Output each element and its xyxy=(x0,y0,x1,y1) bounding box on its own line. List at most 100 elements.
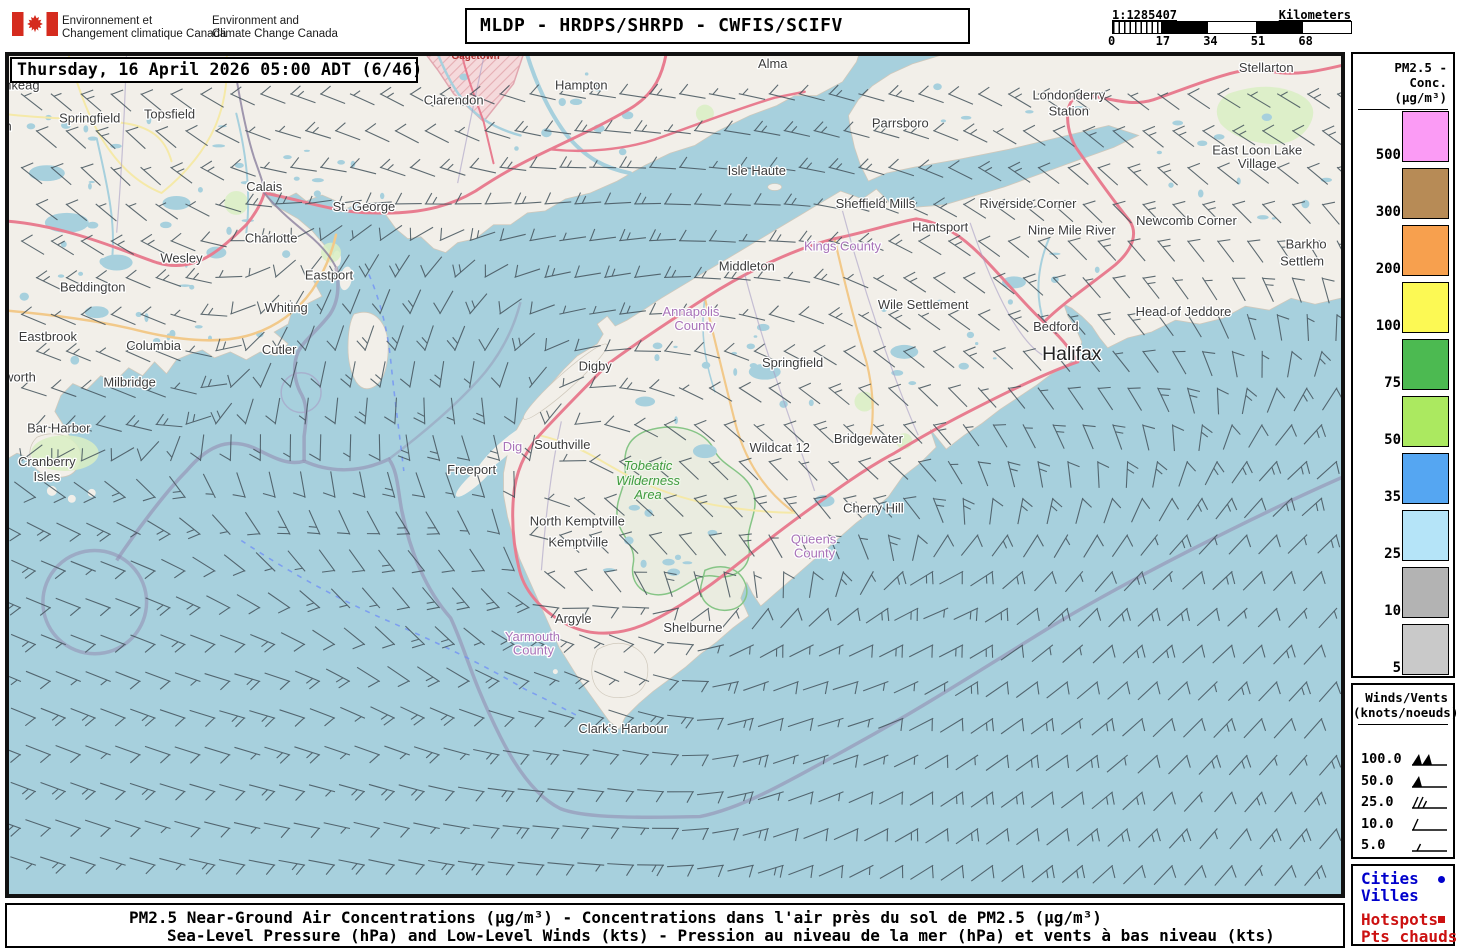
map-canvas[interactable]: attawamkeagSpringfieldTopsfieldolnCalais… xyxy=(5,52,1345,898)
pm25-color-swatch xyxy=(1402,168,1449,219)
map-place-label: Wile Settlement xyxy=(878,297,969,312)
canada-flag-icon xyxy=(12,12,58,40)
scale-tick: 51 xyxy=(1250,34,1266,48)
scale-tick-labels: 0 17 34 51 68 xyxy=(1105,34,1349,48)
map-scale-bar: 1:1285407 Kilometers 0 17 34 51 68 xyxy=(1105,8,1355,48)
map-place-label: County xyxy=(513,643,555,658)
scale-tick: 17 xyxy=(1155,34,1171,48)
map-place-label: Bedford xyxy=(1033,319,1078,334)
pm25-legend-title: PM2.5 - Conc. (µg/m³) xyxy=(1394,60,1447,105)
pm25-level-value: 500 xyxy=(1375,147,1401,163)
pm25-color-swatch xyxy=(1402,282,1449,333)
map-place-label: Digby xyxy=(579,359,613,374)
pm25-legend-level: 5 xyxy=(1353,621,1453,678)
map-place-label: Eastbrook xyxy=(19,329,78,344)
map-place-label: Cherry Hill xyxy=(843,501,903,516)
map-place-label: Columbia xyxy=(126,338,182,353)
winds-legend-title: Winds/Vents (knots/noeuds) xyxy=(1353,690,1459,720)
scale-bar-segments xyxy=(1112,21,1352,34)
caption-line-2: Sea-Level Pressure (hPa) and Low-Level W… xyxy=(167,926,1275,945)
agency-name-fr: Environnement et Changement climatique C… xyxy=(62,15,227,40)
scale-unit-label: Kilometers xyxy=(1278,8,1351,22)
map-place-label: Riverside Corner xyxy=(979,196,1077,211)
wind-speed-value: 50.0 xyxy=(1361,772,1394,789)
map-place-label: Clark's Harbour xyxy=(578,721,668,736)
map-place-label: Queens xyxy=(791,532,836,547)
map-place-label: Shelburne xyxy=(663,620,722,635)
pm25-color-swatch xyxy=(1402,510,1449,561)
map-place-label: Station xyxy=(1049,104,1089,119)
map-place-label: County xyxy=(674,318,716,333)
caption-line-1: PM2.5 Near-Ground Air Concentrations (µg… xyxy=(129,908,1102,927)
pm25-legend-level: 500 xyxy=(1353,108,1453,165)
map-place-label: Bridgewater xyxy=(834,431,904,446)
pm25-legend-level: 100 xyxy=(1353,279,1453,336)
scale-tick: 0 xyxy=(1108,34,1116,48)
winds-legend: Winds/Vents (knots/noeuds) 100.0 50.0 25.0… xyxy=(1351,683,1459,859)
hotspot-square-icon xyxy=(1438,916,1445,923)
scale-segment xyxy=(1113,22,1161,33)
map-place-label: Eastport xyxy=(305,267,354,282)
pm25-color-swatch xyxy=(1402,396,1449,447)
pm25-legend-level: 300 xyxy=(1353,165,1453,222)
wind-legend-row: 10.0 xyxy=(1353,814,1453,836)
map-place-label: Village xyxy=(1238,156,1277,171)
map-place-label: worth xyxy=(7,370,36,385)
map-place-label: Barkho xyxy=(1286,237,1327,252)
pm25-level-value: 100 xyxy=(1375,318,1401,334)
map-place-label: Sheffield Mills xyxy=(836,196,916,211)
pm25-legend-rows: 500 300 200 100 75 50 35 25 10 5 xyxy=(1353,108,1453,678)
map-place-label: Cutler xyxy=(262,342,297,357)
scale-ratio: 1:1285407 xyxy=(1112,8,1178,22)
map-place-label: Southville xyxy=(534,437,590,452)
pm25-legend: PM2.5 - Conc. (µg/m³) 500 300 200 100 75 50 35… xyxy=(1351,52,1455,678)
wind-barb-icon xyxy=(1410,795,1448,814)
map-place-label: Hampton xyxy=(555,78,608,93)
map-place-label: Isle Haute xyxy=(728,163,786,178)
wind-barb-icon xyxy=(1410,752,1448,771)
winds-legend-rows: 100.0 50.0 25.0 10.0 5.0 xyxy=(1353,749,1453,857)
map-place-label: Dig xyxy=(503,439,522,454)
map-caption: PM2.5 Near-Ground Air Concentrations (µg… xyxy=(5,903,1345,948)
map-place-label: Parrsboro xyxy=(872,116,929,131)
wind-barb-icon xyxy=(1410,817,1448,836)
map-place-label: Annapolis xyxy=(663,304,720,319)
map-place-label: Cranberry xyxy=(18,454,76,469)
city-dot-icon xyxy=(1438,876,1445,883)
map-place-label: Yarmouth xyxy=(505,629,560,644)
pm25-level-value: 35 xyxy=(1384,489,1401,505)
map-place-label: Halifax xyxy=(1042,343,1102,365)
pm25-color-swatch xyxy=(1402,453,1449,504)
pm25-legend-level: 200 xyxy=(1353,222,1453,279)
scale-segment xyxy=(1303,22,1351,33)
map-place-label: Topsfield xyxy=(144,107,195,122)
scale-tick: 68 xyxy=(1298,34,1313,48)
pm25-color-swatch xyxy=(1402,339,1449,390)
points-legend: Cities Villes Hotspots Pts chauds xyxy=(1351,864,1457,946)
map-place-label: North Kemptville xyxy=(530,514,625,529)
map-place-label: Wilderness xyxy=(616,473,680,488)
map-place-label: Isles xyxy=(34,469,61,484)
wind-speed-value: 100.0 xyxy=(1361,751,1402,767)
pm25-color-swatch xyxy=(1402,225,1449,276)
pm25-legend-level: 75 xyxy=(1353,336,1453,393)
map-place-label: Alma xyxy=(758,56,788,71)
pm25-level-value: 50 xyxy=(1384,432,1401,448)
map-place-label: St. George xyxy=(333,199,396,214)
pm25-legend-level: 25 xyxy=(1353,507,1453,564)
scale-tick: 34 xyxy=(1203,34,1218,48)
map-place-label: Kings County xyxy=(804,239,882,254)
pm25-level-value: 25 xyxy=(1384,546,1401,562)
map-place-label: Bar Harbor xyxy=(27,420,91,435)
map-place-label: East Loon Lake xyxy=(1212,142,1302,157)
map-place-label: Middleton xyxy=(719,258,775,273)
wind-barb-icon xyxy=(1410,774,1448,793)
map-place-label: Nine Mile River xyxy=(1028,223,1116,238)
map-place-label: Whiting xyxy=(265,300,308,315)
map-place-label: Springfield xyxy=(59,111,120,126)
scale-segment xyxy=(1160,22,1209,33)
scale-segment xyxy=(1208,22,1256,33)
pm25-legend-level: 35 xyxy=(1353,450,1453,507)
map-place-label: Kemptville xyxy=(548,535,608,550)
wind-speed-value: 5.0 xyxy=(1361,837,1386,853)
